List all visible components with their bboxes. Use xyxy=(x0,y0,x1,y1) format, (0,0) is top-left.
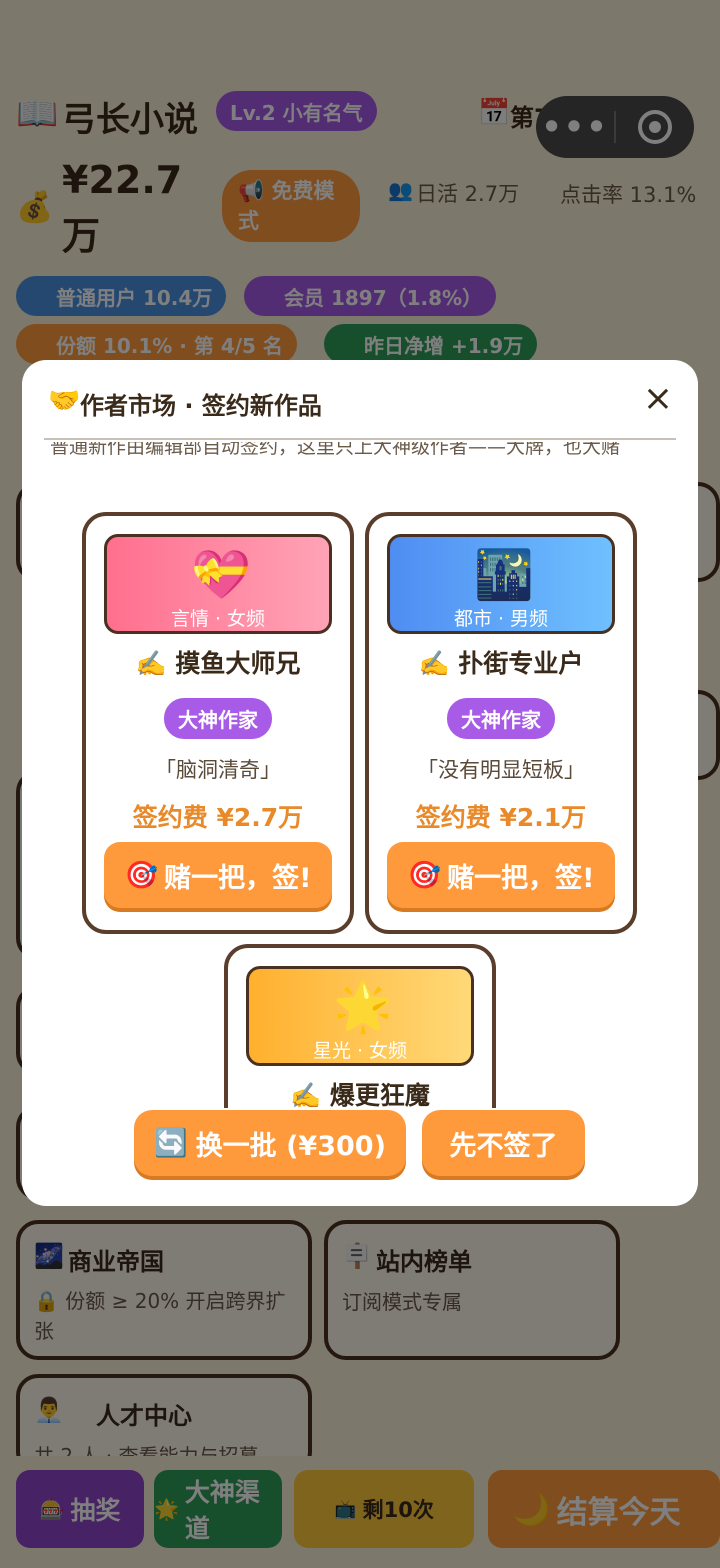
god-author-tag: 大神作家 xyxy=(164,698,272,739)
author-card: 🌃 都市 · 男频 ✍️ 扑街专业户 大神作家 「没有明显短板」 签约费 ¥2.… xyxy=(365,512,637,934)
genre-label: 都市 · 男频 xyxy=(453,608,549,630)
god-author-tag: 大神作家 xyxy=(447,698,555,739)
heart-ribbon-icon: 💝 xyxy=(191,547,251,603)
writing-hand-icon: ✍️ xyxy=(418,649,450,678)
genre-banner: 💝 言情 · 女频 xyxy=(104,534,332,634)
writing-hand-icon: ✍️ xyxy=(290,1081,322,1108)
author-card: 💝 言情 · 女频 ✍️ 摸鱼大师兄 大神作家 「脑洞清奇」 签约费 ¥2.7万… xyxy=(82,512,354,934)
target-icon: 🎯 xyxy=(407,860,442,891)
genre-label: 星光 · 女频 xyxy=(312,1040,408,1062)
author-name: ✍️ 扑街专业户 xyxy=(418,649,584,678)
close-icon[interactable]: × xyxy=(638,378,678,419)
sign-fee: 签约费 ¥2.1万 xyxy=(415,803,587,832)
city-icon: 🌃 xyxy=(474,547,534,603)
author-quote: 「没有明显短板」 xyxy=(417,758,585,782)
sign-author-button[interactable]: 🎯 赌一把，签! xyxy=(387,842,615,908)
author-quote: 「脑洞清奇」 xyxy=(155,758,281,782)
header-divider xyxy=(44,438,676,440)
handshake-icon: 🤝 xyxy=(48,386,81,416)
skip-button[interactable]: 先不签了 xyxy=(422,1110,585,1176)
author-card: 🌟 星光 · 女频 ✍️ 爆更狂魔 xyxy=(224,944,496,1108)
writing-hand-icon: ✍️ xyxy=(135,649,167,678)
intro-text: 普通新作由编辑部自动签约，这里只上大神级作者——大牌，也大赌 xyxy=(50,442,621,458)
genre-banner: 🌃 都市 · 男频 xyxy=(387,534,615,634)
author-name: ✍️ 爆更狂魔 xyxy=(290,1081,430,1108)
author-name: ✍️ 摸鱼大师兄 xyxy=(135,649,301,678)
refresh-button[interactable]: 🔄 换一批 (¥300) xyxy=(134,1110,406,1176)
scroll-area[interactable]: 普通新作由编辑部自动签约，这里只上大神级作者——大牌，也大赌 💝 言情 · 女频… xyxy=(22,442,698,1108)
genre-banner: 🌟 星光 · 女频 xyxy=(246,966,474,1066)
sign-author-button[interactable]: 🎯 赌一把，签! xyxy=(104,842,332,908)
refresh-icon: 🔄 xyxy=(154,1128,188,1159)
sign-fee: 签约费 ¥2.7万 xyxy=(132,803,304,832)
star-icon: 🌟 xyxy=(333,979,393,1035)
author-market-modal: 🤝 作者市场 · 签约新作品 × 普通新作由编辑部自动签约，这里只上大神级作者—… xyxy=(22,360,698,1206)
target-icon: 🎯 xyxy=(124,860,159,891)
genre-label: 言情 · 女频 xyxy=(170,608,266,630)
modal-title: 作者市场 · 签约新作品 xyxy=(80,392,322,420)
